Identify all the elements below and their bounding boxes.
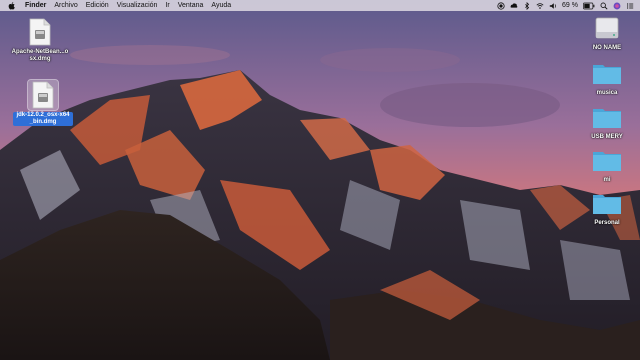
desktop-wallpaper — [0, 0, 640, 360]
desktop-folder-usb-mery[interactable]: USB MERY — [577, 102, 637, 141]
desktop-drive-no-name[interactable]: NO NAME — [577, 13, 637, 52]
menu-ayuda[interactable]: Ayuda — [207, 0, 235, 11]
menu-ventana[interactable]: Ventana — [174, 0, 208, 11]
menu-edicion[interactable]: Edición — [82, 0, 113, 11]
battery-icon[interactable] — [583, 2, 595, 10]
record-icon[interactable] — [497, 1, 505, 10]
desktop-folder-personal[interactable]: Personal — [577, 188, 637, 227]
folder-label: USB MERY — [591, 134, 623, 140]
volume-icon[interactable] — [549, 2, 557, 10]
battery-percentage[interactable]: 69 % — [562, 2, 578, 9]
folder-icon — [592, 102, 622, 132]
bluetooth-icon[interactable] — [523, 1, 531, 10]
desktop-file-netbeans-dmg[interactable]: Apache-NetBean...osx.dmg — [10, 17, 70, 63]
folder-icon — [592, 145, 622, 175]
search-icon[interactable] — [600, 2, 608, 10]
folder-label: mi — [603, 177, 611, 183]
menu-finder[interactable]: Finder — [21, 0, 50, 11]
status-menus: 69 % — [497, 1, 640, 10]
desktop-folder-musica[interactable]: musica — [577, 58, 637, 97]
wifi-icon[interactable] — [536, 2, 544, 10]
apple-icon[interactable] — [0, 1, 21, 10]
desktop-folder-mi[interactable]: mi — [577, 145, 637, 184]
folder-icon — [592, 58, 622, 88]
menu-archivo[interactable]: Archivo — [50, 0, 81, 11]
siri-icon[interactable] — [613, 2, 621, 10]
drive-label: NO NAME — [592, 45, 622, 51]
menu-visualizacion[interactable]: Visualización — [113, 0, 162, 11]
notifications-icon[interactable] — [626, 2, 634, 10]
desktop-file-jdk-dmg[interactable]: jdk-12.0.2_osx-x64_bin.dmg — [13, 79, 73, 126]
menu-bar: Finder Archivo Edición Visualización Ir … — [0, 0, 640, 11]
folder-label: musica — [596, 90, 618, 96]
folder-icon — [592, 188, 622, 218]
dmg-file-icon — [25, 17, 55, 47]
folder-label: Personal — [594, 220, 620, 226]
creative-cloud-icon[interactable] — [510, 2, 518, 10]
dmg-file-icon — [27, 79, 59, 111]
file-label: jdk-12.0.2_osx-x64_bin.dmg — [13, 112, 73, 126]
menu-ir[interactable]: Ir — [161, 0, 173, 11]
external-drive-icon — [592, 13, 622, 43]
file-label: Apache-NetBean...osx.dmg — [11, 49, 69, 62]
